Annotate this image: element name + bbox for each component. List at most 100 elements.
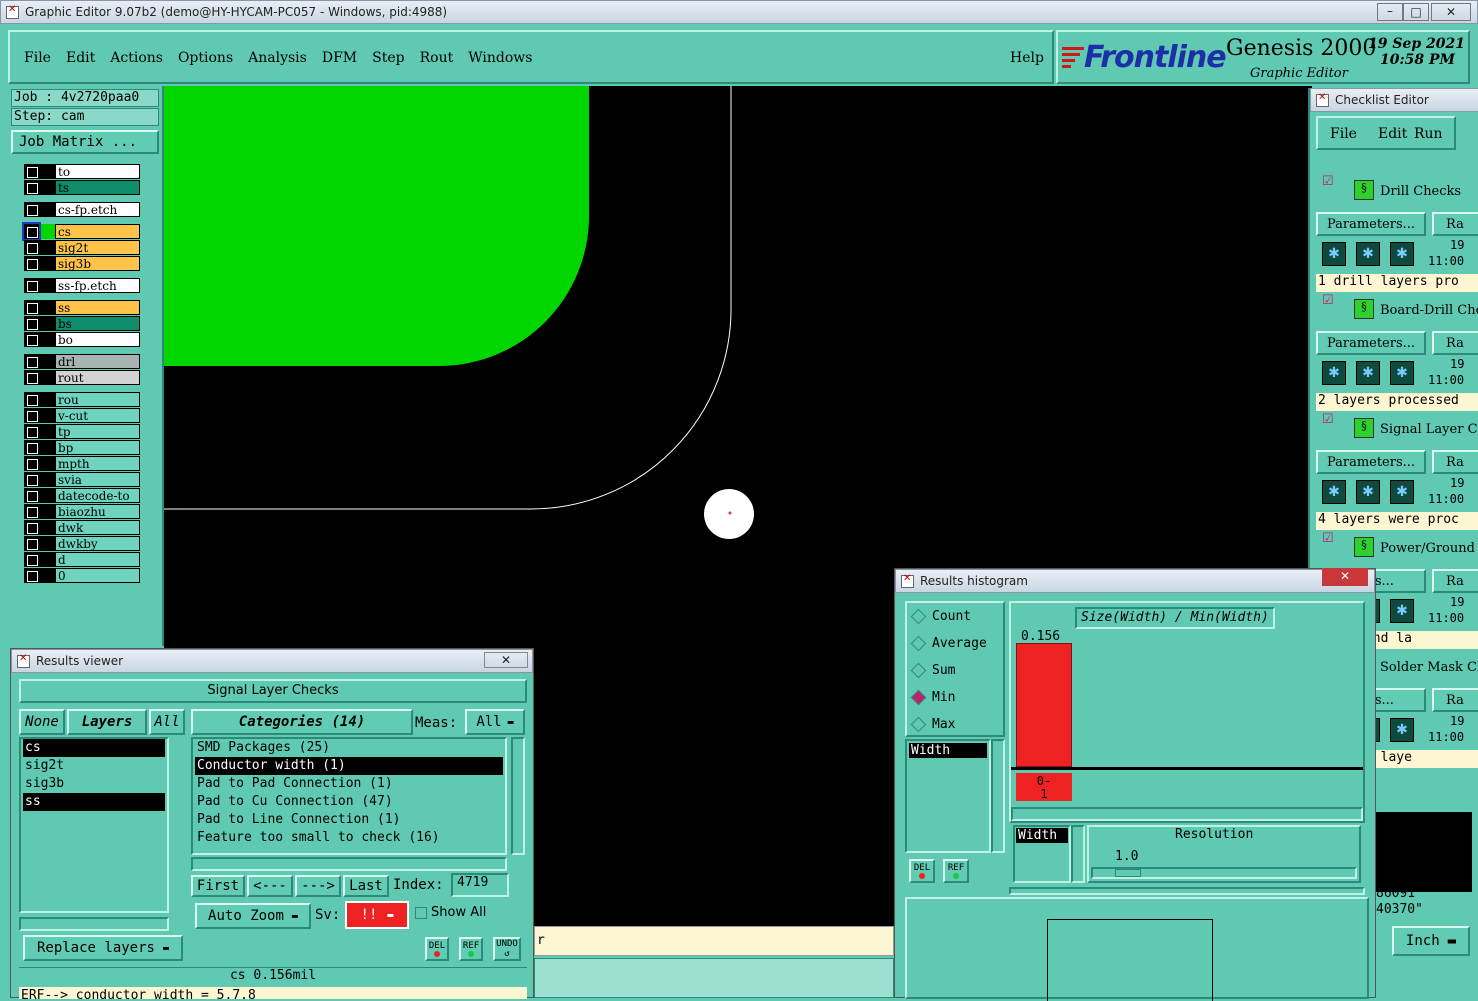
rv-layer-hscroll[interactable] (19, 917, 169, 931)
minimize-button[interactable]: – (1377, 3, 1403, 21)
job-matrix-button[interactable]: Job Matrix ... (11, 130, 159, 154)
severity-dropdown[interactable]: !! ▬ (345, 901, 409, 929)
check-enabled-icon[interactable]: ☑ (1322, 412, 1334, 427)
layer-checkbox[interactable] (24, 520, 39, 535)
layer-row-ss[interactable]: ss (24, 300, 140, 315)
layer-affected-toggle[interactable] (39, 354, 55, 369)
radio-icon[interactable] (910, 689, 927, 706)
layer-row-bo[interactable]: bo (24, 332, 140, 347)
rv-category-item[interactable]: Feature too small to check (16) (195, 829, 503, 847)
check-enabled-icon[interactable]: ☑ (1322, 293, 1334, 308)
results-viewer-titlebar[interactable]: Results viewer ✕ (11, 649, 533, 673)
layer-checkbox[interactable] (24, 568, 39, 583)
show-all-checkbox[interactable] (415, 907, 427, 919)
layer-row-sig3b[interactable]: sig3b (24, 256, 140, 271)
next-button[interactable]: ---> (295, 875, 341, 897)
layer-row-bp[interactable]: bp (24, 440, 140, 455)
index-input[interactable]: 4719 (451, 873, 509, 897)
option-count[interactable]: Count (910, 608, 971, 625)
layer-checkbox[interactable] (24, 408, 39, 423)
check-name[interactable]: Solder Mask Ch (1380, 660, 1478, 675)
close-button[interactable]: ✕ (1431, 3, 1471, 21)
hist-close-button[interactable]: ✕ (1322, 568, 1368, 586)
show-report-icon[interactable]: ✱ (1390, 718, 1414, 742)
rv-layer-item[interactable]: cs (23, 739, 165, 757)
layer-checkbox[interactable] (24, 370, 39, 385)
resolution-slider[interactable] (1091, 867, 1357, 879)
layer-row-dwkby[interactable]: dwkby (24, 536, 140, 551)
layer-checkbox[interactable] (24, 316, 39, 331)
layer-row-ss-fp.etch[interactable]: ss-fp.etch (24, 278, 140, 293)
layer-affected-toggle[interactable] (39, 392, 55, 407)
option-average[interactable]: Average (910, 635, 987, 652)
rv-category-item[interactable]: Pad to Cu Connection (47) (195, 793, 503, 811)
menu-file[interactable]: File (24, 50, 51, 66)
layer-affected-toggle[interactable] (39, 472, 55, 487)
check-enabled-icon[interactable]: ☑ (1322, 531, 1334, 546)
rv-category-list[interactable]: SMD Packages (25) Conductor width (1) Pad … (191, 737, 507, 855)
layer-affected-toggle[interactable] (39, 300, 55, 315)
layer-row-v-cut[interactable]: v-cut (24, 408, 140, 423)
layer-affected-toggle[interactable] (39, 180, 55, 195)
ref-button[interactable]: REF (459, 937, 483, 961)
menu-edit[interactable]: Edit (66, 50, 95, 66)
histogram-titlebar[interactable]: Results histogram ✕ (895, 568, 1375, 593)
check-name[interactable]: Board-Drill Che (1380, 303, 1478, 318)
last-button[interactable]: Last (343, 875, 389, 897)
layer-row-datecode-to[interactable]: datecode-to (24, 488, 140, 503)
layer-affected-toggle[interactable] (39, 504, 55, 519)
rv-category-vscroll[interactable] (511, 737, 525, 855)
show-report-icon[interactable]: ✱ (1390, 480, 1414, 504)
layer-row-to[interactable]: to (24, 164, 140, 179)
option-min[interactable]: Min (910, 689, 955, 706)
layer-affected-toggle[interactable] (39, 316, 55, 331)
layer-affected-toggle[interactable] (39, 488, 55, 503)
rv-layer-item[interactable]: ss (23, 793, 165, 811)
run-button[interactable]: Ra (1432, 569, 1478, 593)
hist-axis-vscroll[interactable] (1071, 825, 1085, 883)
layer-affected-toggle[interactable] (39, 202, 55, 217)
menu-analysis[interactable]: Analysis (248, 50, 307, 66)
layer-affected-toggle[interactable] (39, 424, 55, 439)
replace-layers-dropdown[interactable]: Replace layers ▬ (23, 935, 183, 961)
radio-icon[interactable] (910, 716, 927, 733)
run-button[interactable]: Ra (1432, 212, 1478, 236)
layer-checkbox[interactable] (24, 256, 39, 271)
radio-icon[interactable] (910, 608, 927, 625)
layer-checkbox[interactable] (24, 202, 39, 217)
rv-close-button[interactable]: ✕ (484, 652, 528, 668)
option-max[interactable]: Max (910, 716, 955, 733)
layer-checkbox[interactable] (24, 472, 39, 487)
layer-row-0[interactable]: 0 (24, 568, 140, 583)
show-report-icon[interactable]: ✱ (1390, 361, 1414, 385)
menu-help[interactable]: Help (1010, 50, 1044, 66)
layer-row-biaozhu[interactable]: biaozhu (24, 504, 140, 519)
rv-layer-item[interactable]: sig2t (23, 757, 165, 775)
meas-dropdown[interactable]: All ▬ (465, 709, 525, 735)
layer-row-tp[interactable]: tp (24, 424, 140, 439)
layer-checkbox[interactable] (24, 488, 39, 503)
rv-category-item[interactable]: SMD Packages (25) (195, 739, 503, 757)
run-button[interactable]: Ra (1432, 331, 1478, 355)
rv-layer-list[interactable]: cs sig2t sig3b ss (19, 737, 169, 913)
checklist-titlebar[interactable]: Checklist Editor (1310, 88, 1478, 112)
layer-affected-toggle[interactable] (39, 408, 55, 423)
show-results-icon[interactable]: ✱ (1356, 361, 1380, 385)
layer-affected-toggle[interactable] (39, 240, 55, 255)
layer-affected-toggle[interactable] (39, 224, 55, 239)
none-button[interactable]: None (19, 709, 65, 735)
layer-checkbox[interactable] (24, 504, 39, 519)
radio-icon[interactable] (910, 635, 927, 652)
check-name[interactable]: Power/Ground C (1380, 541, 1478, 556)
units-dropdown[interactable]: Inch ▬ (1392, 926, 1470, 956)
layer-checkbox[interactable] (24, 456, 39, 471)
rv-category-item[interactable]: Conductor width (1) (195, 757, 503, 775)
check-name[interactable]: Drill Checks (1380, 184, 1461, 199)
menu-rout[interactable]: Rout (420, 50, 454, 66)
width-axis-item[interactable]: Width (1016, 828, 1068, 843)
check-enabled-icon[interactable]: ☑ (1322, 174, 1334, 189)
del-button[interactable]: DEL (425, 937, 449, 961)
show-results-icon[interactable]: ✱ (1356, 242, 1380, 266)
layer-affected-toggle[interactable] (39, 456, 55, 471)
layer-checkbox[interactable] (24, 278, 39, 293)
